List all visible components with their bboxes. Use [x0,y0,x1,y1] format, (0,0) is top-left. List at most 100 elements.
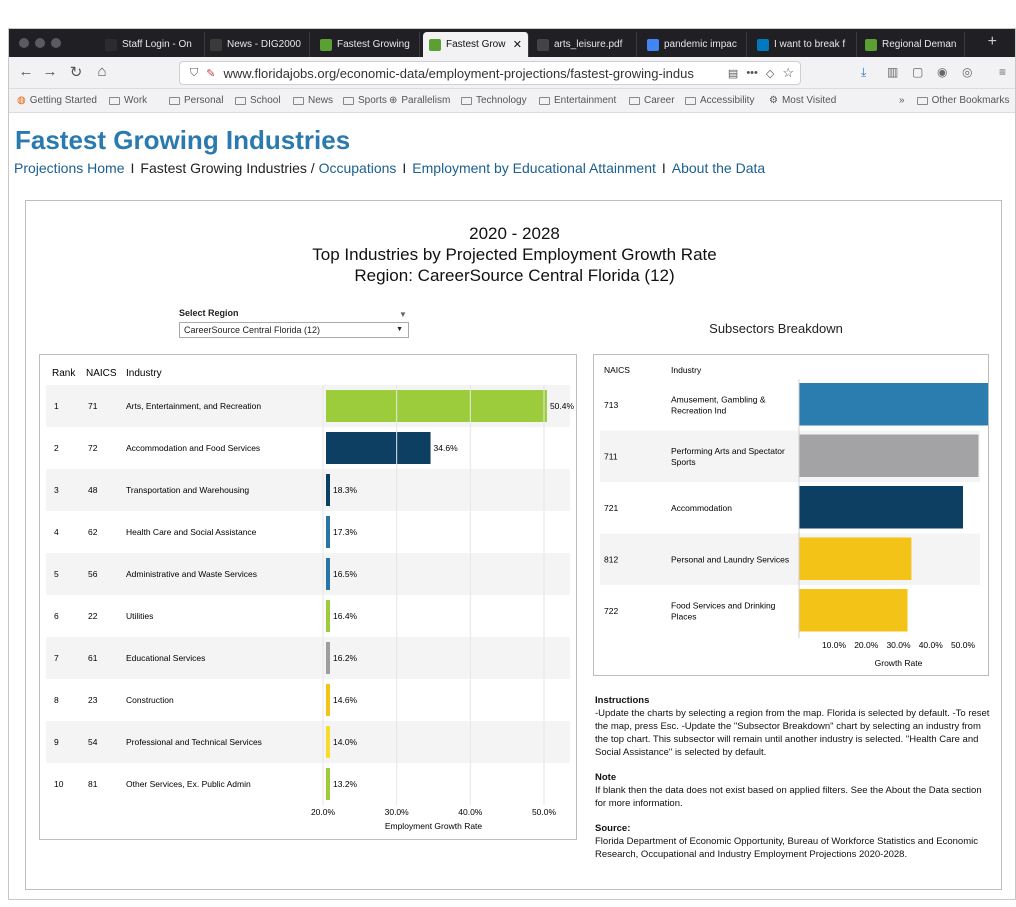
bookmark-item[interactable]: School [235,95,281,106]
bar[interactable] [326,726,330,758]
bar[interactable] [799,383,991,426]
industry-cell: Health Care and Social Assistance [126,527,257,537]
folder-icon [169,96,180,105]
reload-button[interactable]: ↻ [65,63,87,81]
x-axis-label: Employment Growth Rate [385,821,483,831]
floridajobs-favicon [865,38,877,51]
industry-cell: Accommodation and Food Services [126,443,260,453]
bookmark-item[interactable]: Work [109,95,147,106]
bar[interactable] [326,600,330,632]
downloads-icon[interactable]: ⤓ [861,65,866,80]
bar[interactable] [799,537,912,581]
navigation-bar: ← → ↻ ⌂ ⛉ ✎ www.floridajobs.org/economic… [9,57,1015,89]
page-content: Fastest Growing Industries Projections H… [9,113,1015,899]
x-axis-label: Growth Rate [875,658,923,668]
browser-tab[interactable]: pandemic impac [641,32,747,57]
bookmark-item[interactable]: Personal [169,95,223,106]
row-band [46,553,570,595]
bookmark-item[interactable]: Accessibility [685,95,754,106]
forward-button[interactable]: → [39,63,61,80]
browser-tab[interactable]: Staff Login - On [99,32,205,57]
sidebar-icon[interactable]: ▢ [912,65,923,79]
educational-attainment-link[interactable]: Employment by Educational Attainment [412,160,656,176]
pocket-icon[interactable]: ◇ [766,67,774,80]
filter-arrow-icon[interactable]: ▼ [399,310,407,319]
row-band [46,469,570,511]
projections-home-link[interactable]: Projections Home [14,160,125,176]
data-label: 14.0% [333,737,358,747]
data-label: 34.6% [434,443,459,453]
account-icon[interactable]: ◉ [937,65,947,79]
industry-cell: Accommodation [671,503,732,513]
home-button[interactable]: ⌂ [91,63,113,80]
bookmark-star-icon[interactable]: ☆ [782,65,794,81]
browser-tab[interactable]: Fastest Growing [314,32,420,57]
bar[interactable] [326,558,330,590]
browser-tab[interactable]: News - DIG2000 [204,32,310,57]
bookmark-item[interactable]: Technology [461,95,527,106]
reader-view-icon[interactable]: ▤ [728,67,738,80]
tab-label: Fastest Grow [446,39,506,50]
bookmark-label: News [308,95,334,106]
bar[interactable] [326,432,431,464]
chevron-down-icon: ▼ [396,326,403,333]
rank-cell: 9 [54,737,59,747]
window-minimize-button[interactable] [35,38,45,48]
bookmark-item[interactable]: Sports [343,95,387,106]
chevron-right-icon[interactable]: » [899,95,905,106]
bookmark-item[interactable]: ◍ Getting Started [17,95,97,106]
naics-cell: 22 [88,611,98,621]
browser-tab[interactable]: arts_leisure.pdf [531,32,637,57]
bookmarks-bar: ◍ Getting Started Work Personal School News Sp… [9,89,1015,113]
bar[interactable] [326,684,330,716]
shield-icon[interactable]: ⛉ [190,67,198,80]
firefox-icon: ◍ [17,95,26,106]
bar[interactable] [326,768,330,800]
menu-icon[interactable]: ≡ [999,65,1006,79]
extension-icon[interactable]: ◎ [962,65,972,79]
bookmark-item[interactable]: ⊕ Parallelism [389,95,450,106]
breadcrumb: Projections Home I Fastest Growing Industr… [14,160,765,176]
naics-cell: 72 [88,443,98,453]
industry-cell: Other Services, Ex. Public Admin [126,779,251,789]
bookmark-label: Career [644,95,675,106]
url-text[interactable]: www.floridajobs.org/economic-data/employ… [223,66,719,81]
page-actions-icon[interactable]: ••• [746,67,758,79]
bar[interactable] [799,434,979,478]
window-zoom-button[interactable] [51,38,61,48]
naics-cell: 721 [604,503,618,513]
bar[interactable] [326,390,547,422]
bar[interactable] [326,474,330,506]
dashboard-heading: 2020 - 2028 Top Industries by Projected … [26,223,1003,286]
region-select[interactable]: CareerSource Central Florida (12) ▼ [179,322,409,338]
browser-tab[interactable]: I want to break f [751,32,857,57]
bar[interactable] [799,486,963,529]
naics-cell: 61 [88,653,98,663]
bookmark-item[interactable]: Entertainment [539,95,616,106]
bookmark-label: School [250,95,281,106]
bookmark-item[interactable]: Career [629,95,675,106]
data-label: 50.4% [550,401,575,411]
new-tab-button[interactable]: + [988,33,997,51]
naics-cell: 711 [604,451,618,461]
tick-label: 10.0% [822,640,847,650]
rank-cell: 7 [54,653,59,663]
browser-tab[interactable]: Fastest Grow ✕ [423,32,529,57]
bookmark-item[interactable]: ⚙ Most Visited [769,95,836,106]
library-icon[interactable]: ▥ [887,65,898,79]
bar[interactable] [326,516,330,548]
other-bookmarks[interactable]: » Other Bookmarks [899,95,1009,106]
tab-label: News - DIG2000 [227,39,301,50]
gear-icon: ⚙ [769,95,778,106]
url-bar[interactable]: ⛉ ✎ www.floridajobs.org/economic-data/em… [179,61,801,85]
column-header: NAICS [604,365,630,375]
close-tab-icon[interactable]: ✕ [513,38,522,51]
window-close-button[interactable] [19,38,29,48]
back-button[interactable]: ← [15,63,37,80]
occupations-link[interactable]: Occupations [319,160,397,176]
browser-tab[interactable]: Regional Deman [859,32,965,57]
bar[interactable] [326,642,330,674]
about-data-link[interactable]: About the Data [672,160,765,176]
bookmark-item[interactable]: News [293,95,333,106]
bar[interactable] [799,589,908,632]
